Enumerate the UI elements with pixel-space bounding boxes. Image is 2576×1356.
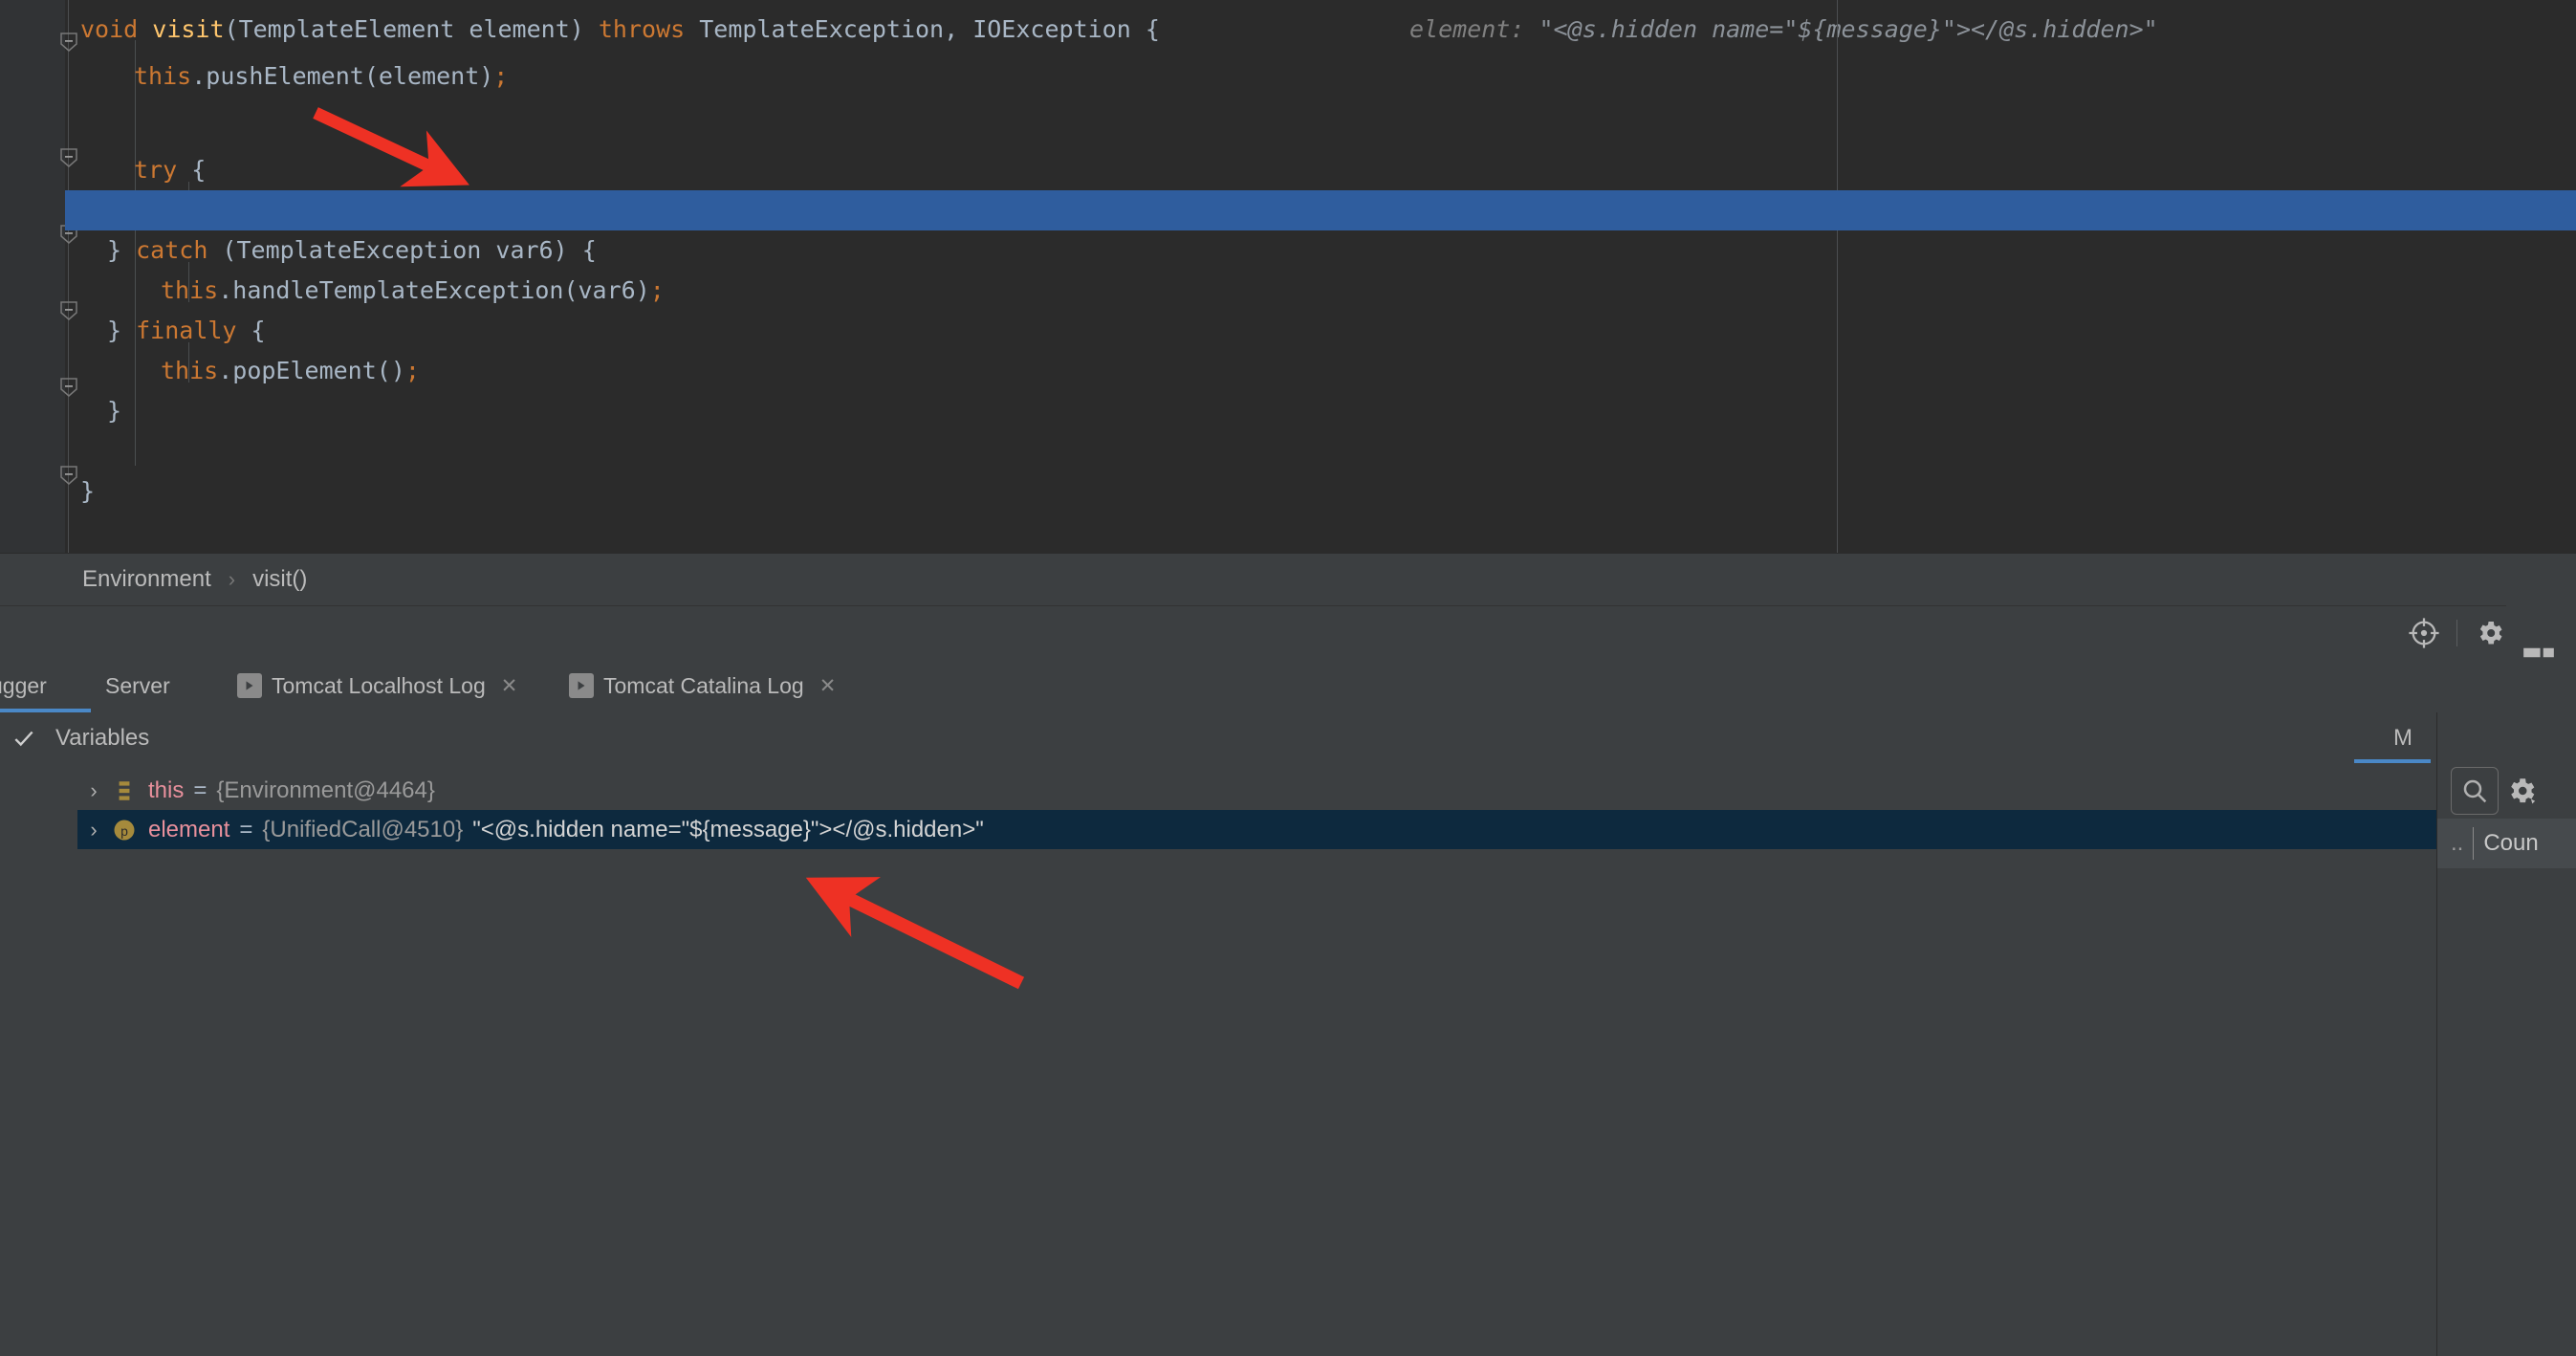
debug-tabs-row: uggerServerTomcat Localhost Log✕Tomcat C… bbox=[0, 659, 2576, 1356]
count-prefix: .. bbox=[2451, 830, 2464, 856]
ide-window: void visit(TemplateElement element) thro… bbox=[0, 0, 2576, 1356]
header-divider bbox=[2456, 620, 2457, 646]
right-panel-toolbar bbox=[2437, 763, 2576, 819]
search-icon[interactable] bbox=[2451, 767, 2499, 815]
variable-value: "<@s.hidden name="${message}"></@s.hidde… bbox=[472, 816, 984, 842]
count-divider bbox=[2473, 827, 2475, 860]
code-token: this bbox=[161, 357, 219, 384]
code-line[interactable]: } bbox=[107, 391, 121, 431]
code-line[interactable]: } finally { bbox=[107, 311, 266, 351]
field-icon bbox=[110, 776, 139, 805]
breadcrumb-separator-icon: › bbox=[228, 567, 236, 591]
variables-tree[interactable]: › this = {Environment@4464} › p element = {Unifi… bbox=[0, 763, 2436, 1356]
code-token: this bbox=[161, 276, 219, 304]
fold-marker[interactable] bbox=[60, 301, 77, 320]
count-column[interactable]: .. Coun bbox=[2437, 819, 2576, 868]
frames-check-icon bbox=[8, 726, 40, 755]
code-token: TemplateException, IOException { bbox=[699, 15, 1160, 43]
count-label: Coun bbox=[2483, 830, 2539, 856]
right-margin-rule bbox=[1837, 0, 1838, 553]
run-config-icon bbox=[237, 673, 262, 698]
variable-reference: {Environment@4464} bbox=[216, 776, 435, 803]
variable-row[interactable]: › this = {Environment@4464} bbox=[77, 771, 2436, 810]
code-line[interactable]: } bbox=[80, 471, 95, 512]
variable-name: element bbox=[148, 816, 230, 842]
show-execution-point-icon[interactable] bbox=[2399, 608, 2449, 658]
breadcrumb-item-environment[interactable]: Environment bbox=[82, 566, 211, 593]
parameter-icon: p bbox=[110, 816, 139, 844]
code-token: ; bbox=[404, 357, 420, 384]
breadcrumb-item-visit[interactable]: visit() bbox=[252, 566, 307, 593]
code-token: visit bbox=[152, 15, 225, 43]
memory-tab-label: M bbox=[2393, 724, 2412, 751]
code-token: finally bbox=[136, 317, 251, 344]
code-line[interactable]: this.popElement(); bbox=[161, 351, 420, 391]
debug-tool-window-header bbox=[0, 605, 2576, 660]
run-config-icon bbox=[569, 673, 594, 698]
code-line[interactable]: void visit(TemplateElement element) thro… bbox=[80, 10, 1160, 50]
close-icon[interactable]: ✕ bbox=[819, 674, 837, 698]
code-token: ; bbox=[649, 276, 665, 304]
code-line[interactable]: this.pushElement(element); bbox=[134, 56, 508, 97]
fold-marker[interactable] bbox=[60, 378, 77, 397]
code-token: .pushElement(element) bbox=[191, 62, 494, 90]
code-token: } bbox=[107, 397, 122, 425]
code-token: (TemplateException var6) { bbox=[222, 236, 597, 264]
tab-debugger[interactable]: ugger bbox=[0, 659, 47, 712]
variable-reference: {UnifiedCall@4510} bbox=[262, 816, 464, 842]
code-line[interactable]: this.handleTemplateException(var6); bbox=[161, 271, 665, 311]
code-token: .handleTemplateException(var6) bbox=[218, 276, 650, 304]
variables-title: Variables bbox=[55, 725, 150, 751]
code-token: void bbox=[80, 15, 153, 43]
breadcrumb[interactable]: Environment › visit() bbox=[0, 553, 2576, 605]
code-token: this bbox=[134, 62, 192, 90]
hint-label: element: bbox=[1409, 15, 1539, 43]
current-execution-line-highlight bbox=[80, 190, 2576, 230]
fold-marker[interactable] bbox=[60, 33, 77, 52]
code-line[interactable]: } catch (TemplateException var6) { bbox=[107, 230, 597, 271]
variable-row[interactable]: › p element = {UnifiedCall@4510} "<@s.hidden … bbox=[77, 810, 2436, 849]
code-token: { bbox=[251, 317, 266, 344]
variables-panel-header: Variables M bbox=[0, 712, 2576, 764]
current-line-gutter-highlight bbox=[65, 190, 80, 230]
code-token: } bbox=[107, 236, 137, 264]
tab-tomcat-catalina-log[interactable]: Tomcat Catalina Log ✕ bbox=[569, 659, 836, 712]
tab-label: Tomcat Catalina Log bbox=[603, 672, 804, 698]
expand-chevron-icon[interactable]: › bbox=[77, 818, 110, 842]
hint-value: "<@s.hidden name="${message}"></@s.hidde… bbox=[1539, 15, 2158, 43]
inline-debugger-value-hint[interactable]: element: "<@s.hidden name="${message}"><… bbox=[1409, 10, 2158, 50]
tab-label: Tomcat Localhost Log bbox=[272, 672, 486, 698]
tab-server[interactable]: Server bbox=[105, 659, 170, 712]
close-icon[interactable]: ✕ bbox=[501, 674, 518, 698]
editor-gutter[interactable] bbox=[0, 0, 65, 553]
code-text-area[interactable]: void visit(TemplateElement element) thro… bbox=[80, 0, 2576, 553]
code-token: throws bbox=[598, 15, 700, 43]
gear-icon[interactable] bbox=[2499, 768, 2544, 814]
expand-chevron-icon[interactable]: › bbox=[77, 778, 110, 803]
code-token: .popElement() bbox=[218, 357, 405, 384]
fold-marker[interactable] bbox=[60, 148, 77, 167]
code-editor[interactable]: void visit(TemplateElement element) thro… bbox=[0, 0, 2576, 553]
variable-equals: = bbox=[239, 816, 253, 842]
tab-label: ugger bbox=[0, 672, 47, 698]
code-line[interactable]: try { bbox=[134, 150, 206, 190]
code-token: ; bbox=[493, 62, 509, 90]
svg-text:p: p bbox=[120, 822, 128, 838]
code-token: } bbox=[107, 317, 137, 344]
variable-name: this bbox=[148, 776, 185, 803]
code-token: } bbox=[80, 477, 96, 505]
code-token: (TemplateElement element) bbox=[224, 15, 599, 43]
code-token: try bbox=[134, 156, 192, 184]
tab-tomcat-localhost-log[interactable]: Tomcat Localhost Log ✕ bbox=[237, 659, 517, 712]
fold-marker[interactable] bbox=[60, 466, 77, 485]
code-token: { bbox=[191, 156, 207, 184]
code-token: catch bbox=[136, 236, 223, 264]
right-side-panel: .. Coun oaded. L bbox=[2436, 712, 2576, 1356]
variable-equals: = bbox=[193, 776, 207, 803]
tab-label: Server bbox=[105, 672, 170, 698]
